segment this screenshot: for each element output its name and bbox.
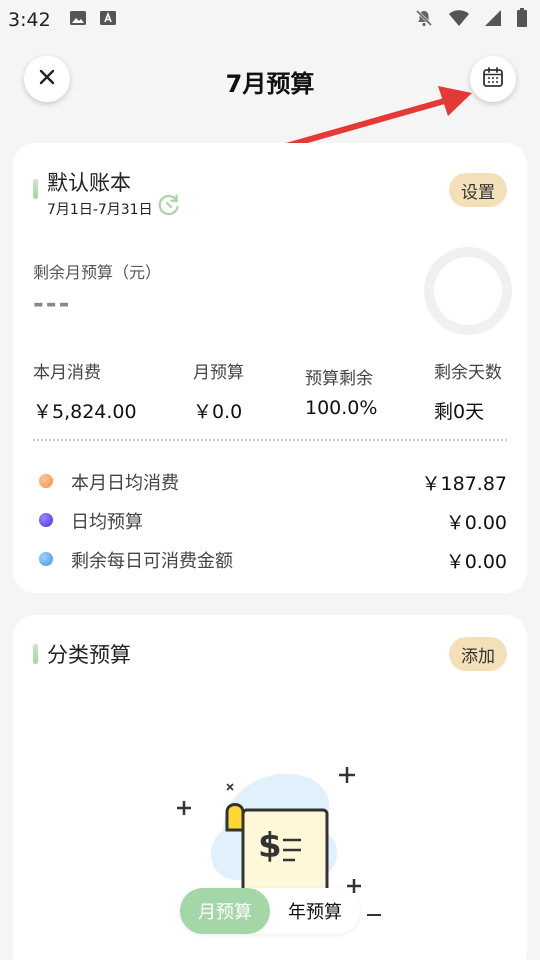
stat-label: 预算剩余	[305, 369, 373, 389]
stat-value: 100.0%	[305, 397, 378, 419]
stat-remaining-days: 剩余天数 剩0天	[434, 358, 502, 424]
category-title: 分类预算	[47, 643, 131, 667]
orange-dot	[39, 474, 53, 488]
status-time: 3:42	[8, 9, 51, 31]
budget-progress-ring	[424, 247, 512, 335]
date-range: 7月1日-7月31日	[47, 202, 153, 218]
budget-period-toggle: 月预算 年预算	[180, 888, 360, 934]
bell-off-icon	[414, 8, 434, 32]
add-button[interactable]: 添加	[449, 637, 507, 671]
settings-button[interactable]: 设置	[449, 173, 507, 207]
stat-month-spending: 本月消费 ￥5,824.00	[33, 358, 137, 424]
battery-icon	[516, 8, 528, 32]
budget-card: 默认账本 7月1日-7月31日 设置 剩余月预算（元） --- 本月消费 ￥5,…	[13, 143, 527, 593]
text-a-icon	[99, 9, 117, 31]
wifi-icon	[448, 9, 470, 31]
stat-label: 剩余天数	[434, 363, 502, 383]
stat-label: 本月消费	[33, 363, 101, 383]
blue-dot	[39, 552, 53, 566]
list-item: 本月日均消费 ￥187.87	[13, 469, 527, 499]
title-accent-bar	[33, 179, 38, 199]
daily-label: 日均预算	[71, 512, 143, 533]
divider	[33, 439, 507, 441]
remaining-budget-value: ---	[33, 289, 72, 319]
daily-label: 本月日均消费	[71, 473, 179, 494]
status-bar: 3:42	[0, 0, 540, 40]
stat-budget-remaining: 预算剩余 100.0%	[305, 364, 377, 419]
daily-value: ￥0.00	[445, 551, 507, 573]
daily-value: ￥0.00	[445, 512, 507, 534]
title-accent-bar	[33, 644, 38, 664]
svg-text:$: $	[258, 826, 282, 866]
daily-label: 剩余每日可消费金额	[71, 551, 233, 572]
stat-value: ￥5,824.00	[33, 401, 137, 423]
list-item: 日均预算 ￥0.00	[13, 508, 527, 538]
list-item: 剩余每日可消费金额 ￥0.00	[13, 547, 527, 577]
stat-value: ￥0.0	[193, 401, 243, 423]
stat-value: 剩0天	[434, 401, 485, 423]
image-icon	[69, 9, 87, 31]
book-title: 默认账本	[47, 171, 131, 195]
stat-label: 月预算	[193, 363, 244, 383]
stats-row: 本月消费 ￥5,824.00 月预算 ￥0.0 预算剩余 100.0% 剩余天数…	[13, 358, 527, 428]
refresh-icon[interactable]	[156, 192, 182, 222]
stat-month-budget: 月预算 ￥0.0	[193, 358, 244, 424]
daily-value: ￥187.87	[421, 473, 507, 495]
remaining-budget-label: 剩余月预算（元）	[33, 263, 162, 282]
purple-dot	[39, 513, 53, 527]
tab-year-budget[interactable]: 年预算	[270, 888, 360, 934]
tab-month-budget[interactable]: 月预算	[180, 888, 270, 934]
signal-icon	[484, 9, 502, 31]
